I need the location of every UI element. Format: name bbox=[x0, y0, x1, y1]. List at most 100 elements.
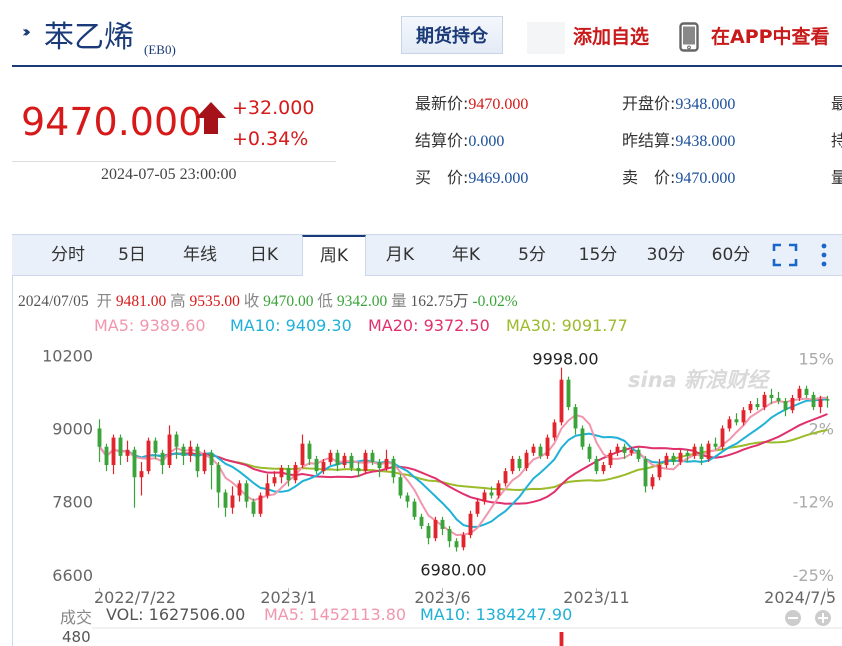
y-tick-label: 10200 bbox=[42, 346, 93, 365]
candle-body bbox=[594, 458, 599, 472]
candle-body bbox=[713, 443, 718, 447]
ma5-line bbox=[98, 396, 828, 537]
volume-ma10: MA10: 1384247.90 bbox=[420, 605, 573, 624]
sina-watermark: sina 新浪财经 bbox=[628, 368, 769, 392]
extreme-label: 6980.00 bbox=[420, 561, 486, 580]
candle-body bbox=[97, 428, 102, 447]
candle-body bbox=[174, 434, 179, 447]
y-tick-label: 9000 bbox=[52, 419, 93, 438]
candle-body bbox=[720, 428, 725, 447]
volume-ma5: MA5: 1452113.80 bbox=[264, 605, 407, 624]
candle-body bbox=[475, 501, 480, 514]
candle-body bbox=[293, 465, 298, 481]
candle-body bbox=[300, 443, 305, 466]
candle-body bbox=[573, 407, 578, 429]
pct-tick-label: 2% bbox=[809, 419, 834, 438]
candle-body bbox=[706, 443, 711, 459]
candle-body bbox=[461, 535, 466, 548]
candle-body bbox=[412, 501, 417, 517]
candle-body bbox=[580, 428, 585, 447]
candle-body bbox=[321, 461, 326, 472]
y-tick-label: 7800 bbox=[52, 493, 93, 512]
candle-body bbox=[440, 519, 445, 530]
candle-body bbox=[664, 455, 669, 466]
candle-body bbox=[496, 483, 501, 496]
candle-body bbox=[447, 529, 452, 542]
candle-body bbox=[769, 394, 774, 398]
candle-body bbox=[286, 468, 291, 481]
candle-body bbox=[776, 397, 781, 402]
candle-body bbox=[741, 410, 746, 423]
candle-body bbox=[538, 446, 543, 456]
candle-body bbox=[531, 446, 536, 453]
ma10-line bbox=[98, 398, 828, 528]
candle-body bbox=[692, 446, 697, 456]
candle-body bbox=[419, 516, 424, 526]
candle-body bbox=[202, 452, 207, 472]
candle-body bbox=[328, 452, 333, 462]
candle-body bbox=[783, 401, 788, 411]
candle-body bbox=[118, 437, 123, 456]
candle-body bbox=[363, 452, 368, 472]
candle-body bbox=[356, 468, 361, 472]
extreme-label: 9998.00 bbox=[532, 350, 598, 369]
candle-body bbox=[608, 452, 613, 466]
candle-body bbox=[566, 379, 571, 408]
candle-body bbox=[132, 449, 137, 478]
candle-body bbox=[545, 437, 550, 456]
candle-body bbox=[524, 452, 529, 469]
candle-body bbox=[104, 446, 109, 466]
candle-body bbox=[552, 422, 557, 438]
candle-body bbox=[111, 437, 116, 466]
candle-body bbox=[503, 471, 508, 484]
candle-body bbox=[398, 477, 403, 496]
candle-body bbox=[629, 449, 634, 453]
candle-body bbox=[657, 465, 662, 478]
candle-body bbox=[139, 471, 144, 478]
candle-body bbox=[272, 477, 277, 484]
candle-body bbox=[237, 483, 242, 496]
candle-body bbox=[734, 419, 739, 423]
candle-body bbox=[146, 440, 151, 472]
candle-body bbox=[405, 495, 410, 502]
candle-body bbox=[489, 492, 494, 496]
candle-body bbox=[370, 452, 375, 462]
candle-body bbox=[349, 455, 354, 469]
candle-body bbox=[160, 452, 165, 466]
candle-body bbox=[265, 483, 270, 496]
candle-body bbox=[804, 388, 809, 395]
zoom-in-icon[interactable] bbox=[814, 609, 832, 631]
zoom-out-icon[interactable] bbox=[784, 609, 802, 631]
candle-body bbox=[517, 458, 522, 469]
candle-body bbox=[825, 399, 830, 401]
candle-body bbox=[790, 397, 795, 411]
candle-body bbox=[125, 449, 130, 456]
candle-body bbox=[762, 394, 767, 408]
candle-body bbox=[342, 455, 347, 466]
candle-body bbox=[335, 452, 340, 466]
candle-body bbox=[258, 495, 263, 514]
pct-tick-label: -12% bbox=[793, 493, 834, 512]
candlestick-chart: 1020090007800660015%2%-12%-25%2022/7/22 2… bbox=[42, 346, 842, 646]
candle-body bbox=[650, 477, 655, 487]
ma20-line bbox=[98, 413, 828, 505]
candle-body bbox=[615, 446, 620, 453]
candle-body bbox=[195, 446, 200, 472]
candle-body bbox=[391, 458, 396, 478]
candle-body bbox=[279, 468, 284, 478]
candle-body bbox=[314, 458, 319, 472]
candle-body bbox=[167, 434, 172, 466]
candle-body bbox=[685, 452, 690, 456]
candle-body bbox=[755, 404, 760, 408]
x-tick-label: 2024/7/5 bbox=[764, 588, 836, 607]
candle-body bbox=[818, 399, 823, 408]
candle-body bbox=[216, 465, 221, 493]
candle-body bbox=[601, 465, 606, 472]
candle-body bbox=[454, 541, 459, 548]
candle-body bbox=[678, 452, 683, 462]
candle-body bbox=[181, 446, 186, 456]
volume-axis-top: 480 bbox=[62, 628, 91, 646]
y-tick-label: 6600 bbox=[52, 566, 93, 585]
candle-body bbox=[699, 446, 704, 459]
volume-value: VOL: 1627506.00 bbox=[106, 605, 246, 624]
